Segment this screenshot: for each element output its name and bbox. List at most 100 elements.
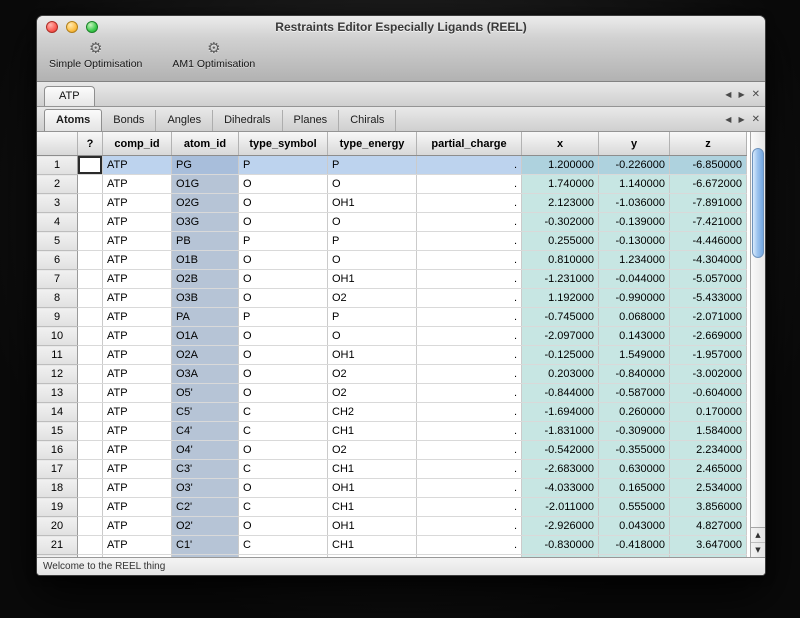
- cell-atom_id[interactable]: C3': [172, 460, 239, 479]
- cell-type_energy[interactable]: N: [328, 555, 417, 558]
- toolbar-button-am1-optimisation[interactable]: ⚙AM1 Optimisation: [166, 39, 261, 71]
- cell-type_energy[interactable]: P: [328, 156, 417, 175]
- cell-type_energy[interactable]: CH2: [328, 403, 417, 422]
- cell-flag[interactable]: [78, 308, 103, 327]
- cell-flag[interactable]: [78, 403, 103, 422]
- cell-y[interactable]: -0.990000: [599, 289, 670, 308]
- cell-comp_id[interactable]: ATP: [103, 270, 172, 289]
- cell-comp_id[interactable]: ATP: [103, 403, 172, 422]
- cell-type_symbol[interactable]: P: [239, 308, 328, 327]
- cell-type_symbol[interactable]: O: [239, 365, 328, 384]
- row-number[interactable]: 8: [37, 289, 78, 308]
- cell-type_symbol[interactable]: O: [239, 517, 328, 536]
- cell-partial_charge[interactable]: .: [417, 175, 522, 194]
- cell-z[interactable]: -1.957000: [670, 346, 747, 365]
- tab-dihedrals[interactable]: Dihedrals: [213, 110, 282, 131]
- cell-atom_id[interactable]: O1B: [172, 251, 239, 270]
- cell-type_symbol[interactable]: O: [239, 251, 328, 270]
- cell-partial_charge[interactable]: .: [417, 251, 522, 270]
- cell-flag[interactable]: [78, 213, 103, 232]
- row-number[interactable]: 2: [37, 175, 78, 194]
- cell-x[interactable]: 0.332000: [522, 555, 599, 558]
- cell-x[interactable]: -0.302000: [522, 213, 599, 232]
- cell-comp_id[interactable]: ATP: [103, 289, 172, 308]
- cell-x[interactable]: -0.542000: [522, 441, 599, 460]
- row-number[interactable]: 20: [37, 517, 78, 536]
- cell-y[interactable]: -0.226000: [599, 156, 670, 175]
- cell-y[interactable]: 0.068000: [599, 308, 670, 327]
- cell-z[interactable]: -6.850000: [670, 156, 747, 175]
- cell-z[interactable]: -5.433000: [670, 289, 747, 308]
- cell-y[interactable]: 1.140000: [599, 175, 670, 194]
- cell-y[interactable]: 0.015000: [599, 555, 670, 558]
- cell-y[interactable]: 1.549000: [599, 346, 670, 365]
- cell-atom_id[interactable]: O2G: [172, 194, 239, 213]
- cell-z[interactable]: -2.071000: [670, 308, 747, 327]
- cell-y[interactable]: -0.418000: [599, 536, 670, 555]
- cell-comp_id[interactable]: ATP: [103, 517, 172, 536]
- cell-z[interactable]: 3.856000: [670, 498, 747, 517]
- cell-flag[interactable]: [78, 555, 103, 558]
- row-number[interactable]: 5: [37, 232, 78, 251]
- cell-x[interactable]: 1.740000: [522, 175, 599, 194]
- cell-type_symbol[interactable]: O: [239, 270, 328, 289]
- cell-x[interactable]: 1.200000: [522, 156, 599, 175]
- cell-comp_id[interactable]: ATP: [103, 422, 172, 441]
- cell-y[interactable]: 0.143000: [599, 327, 670, 346]
- cell-flag[interactable]: [78, 479, 103, 498]
- row-number[interactable]: 19: [37, 498, 78, 517]
- tab-angles[interactable]: Angles: [156, 110, 213, 131]
- row-number[interactable]: 21: [37, 536, 78, 555]
- column-header-type_energy[interactable]: type_energy: [328, 132, 417, 156]
- scroll-up-button[interactable]: ▲: [751, 528, 765, 542]
- cell-partial_charge[interactable]: .: [417, 384, 522, 403]
- cell-z[interactable]: -6.672000: [670, 175, 747, 194]
- cell-atom_id[interactable]: O4': [172, 441, 239, 460]
- cell-x[interactable]: -2.926000: [522, 517, 599, 536]
- cell-y[interactable]: -0.587000: [599, 384, 670, 403]
- cell-comp_id[interactable]: ATP: [103, 194, 172, 213]
- cell-flag[interactable]: [78, 346, 103, 365]
- cell-flag[interactable]: [78, 270, 103, 289]
- cell-type_energy[interactable]: OH1: [328, 479, 417, 498]
- cell-partial_charge[interactable]: .: [417, 194, 522, 213]
- tab-atoms[interactable]: Atoms: [44, 109, 102, 131]
- cell-type_energy[interactable]: CH1: [328, 498, 417, 517]
- row-number[interactable]: 9: [37, 308, 78, 327]
- cell-flag[interactable]: [78, 384, 103, 403]
- row-number[interactable]: 6: [37, 251, 78, 270]
- cell-x[interactable]: 2.123000: [522, 194, 599, 213]
- cell-x[interactable]: -0.844000: [522, 384, 599, 403]
- cell-comp_id[interactable]: ATP: [103, 384, 172, 403]
- cell-type_symbol[interactable]: O: [239, 327, 328, 346]
- cell-z[interactable]: 4.425000: [670, 555, 747, 558]
- cell-type_symbol[interactable]: C: [239, 460, 328, 479]
- tab-scroll-right-icon[interactable]: ▶: [738, 115, 744, 124]
- cell-type_energy[interactable]: OH1: [328, 270, 417, 289]
- cell-partial_charge[interactable]: .: [417, 517, 522, 536]
- minimize-window-button[interactable]: [66, 21, 78, 33]
- cell-flag[interactable]: [78, 422, 103, 441]
- cell-flag[interactable]: [78, 517, 103, 536]
- cell-flag[interactable]: [78, 289, 103, 308]
- cell-z[interactable]: 2.465000: [670, 460, 747, 479]
- cell-type_energy[interactable]: P: [328, 308, 417, 327]
- cell-atom_id[interactable]: PB: [172, 232, 239, 251]
- cell-z[interactable]: 2.234000: [670, 441, 747, 460]
- column-header-z[interactable]: z: [670, 132, 747, 156]
- cell-x[interactable]: -1.694000: [522, 403, 599, 422]
- cell-x[interactable]: 0.810000: [522, 251, 599, 270]
- column-header-type_symbol[interactable]: type_symbol: [239, 132, 328, 156]
- table-corner[interactable]: [37, 132, 78, 156]
- cell-y[interactable]: -0.130000: [599, 232, 670, 251]
- cell-type_symbol[interactable]: C: [239, 498, 328, 517]
- cell-atom_id[interactable]: O1G: [172, 175, 239, 194]
- cell-comp_id[interactable]: ATP: [103, 536, 172, 555]
- tab-planes[interactable]: Planes: [283, 110, 340, 131]
- cell-atom_id[interactable]: C5': [172, 403, 239, 422]
- cell-type_symbol[interactable]: C: [239, 536, 328, 555]
- cell-type_energy[interactable]: O: [328, 213, 417, 232]
- cell-atom_id[interactable]: O2': [172, 517, 239, 536]
- cell-atom_id[interactable]: O2B: [172, 270, 239, 289]
- cell-type_symbol[interactable]: N: [239, 555, 328, 558]
